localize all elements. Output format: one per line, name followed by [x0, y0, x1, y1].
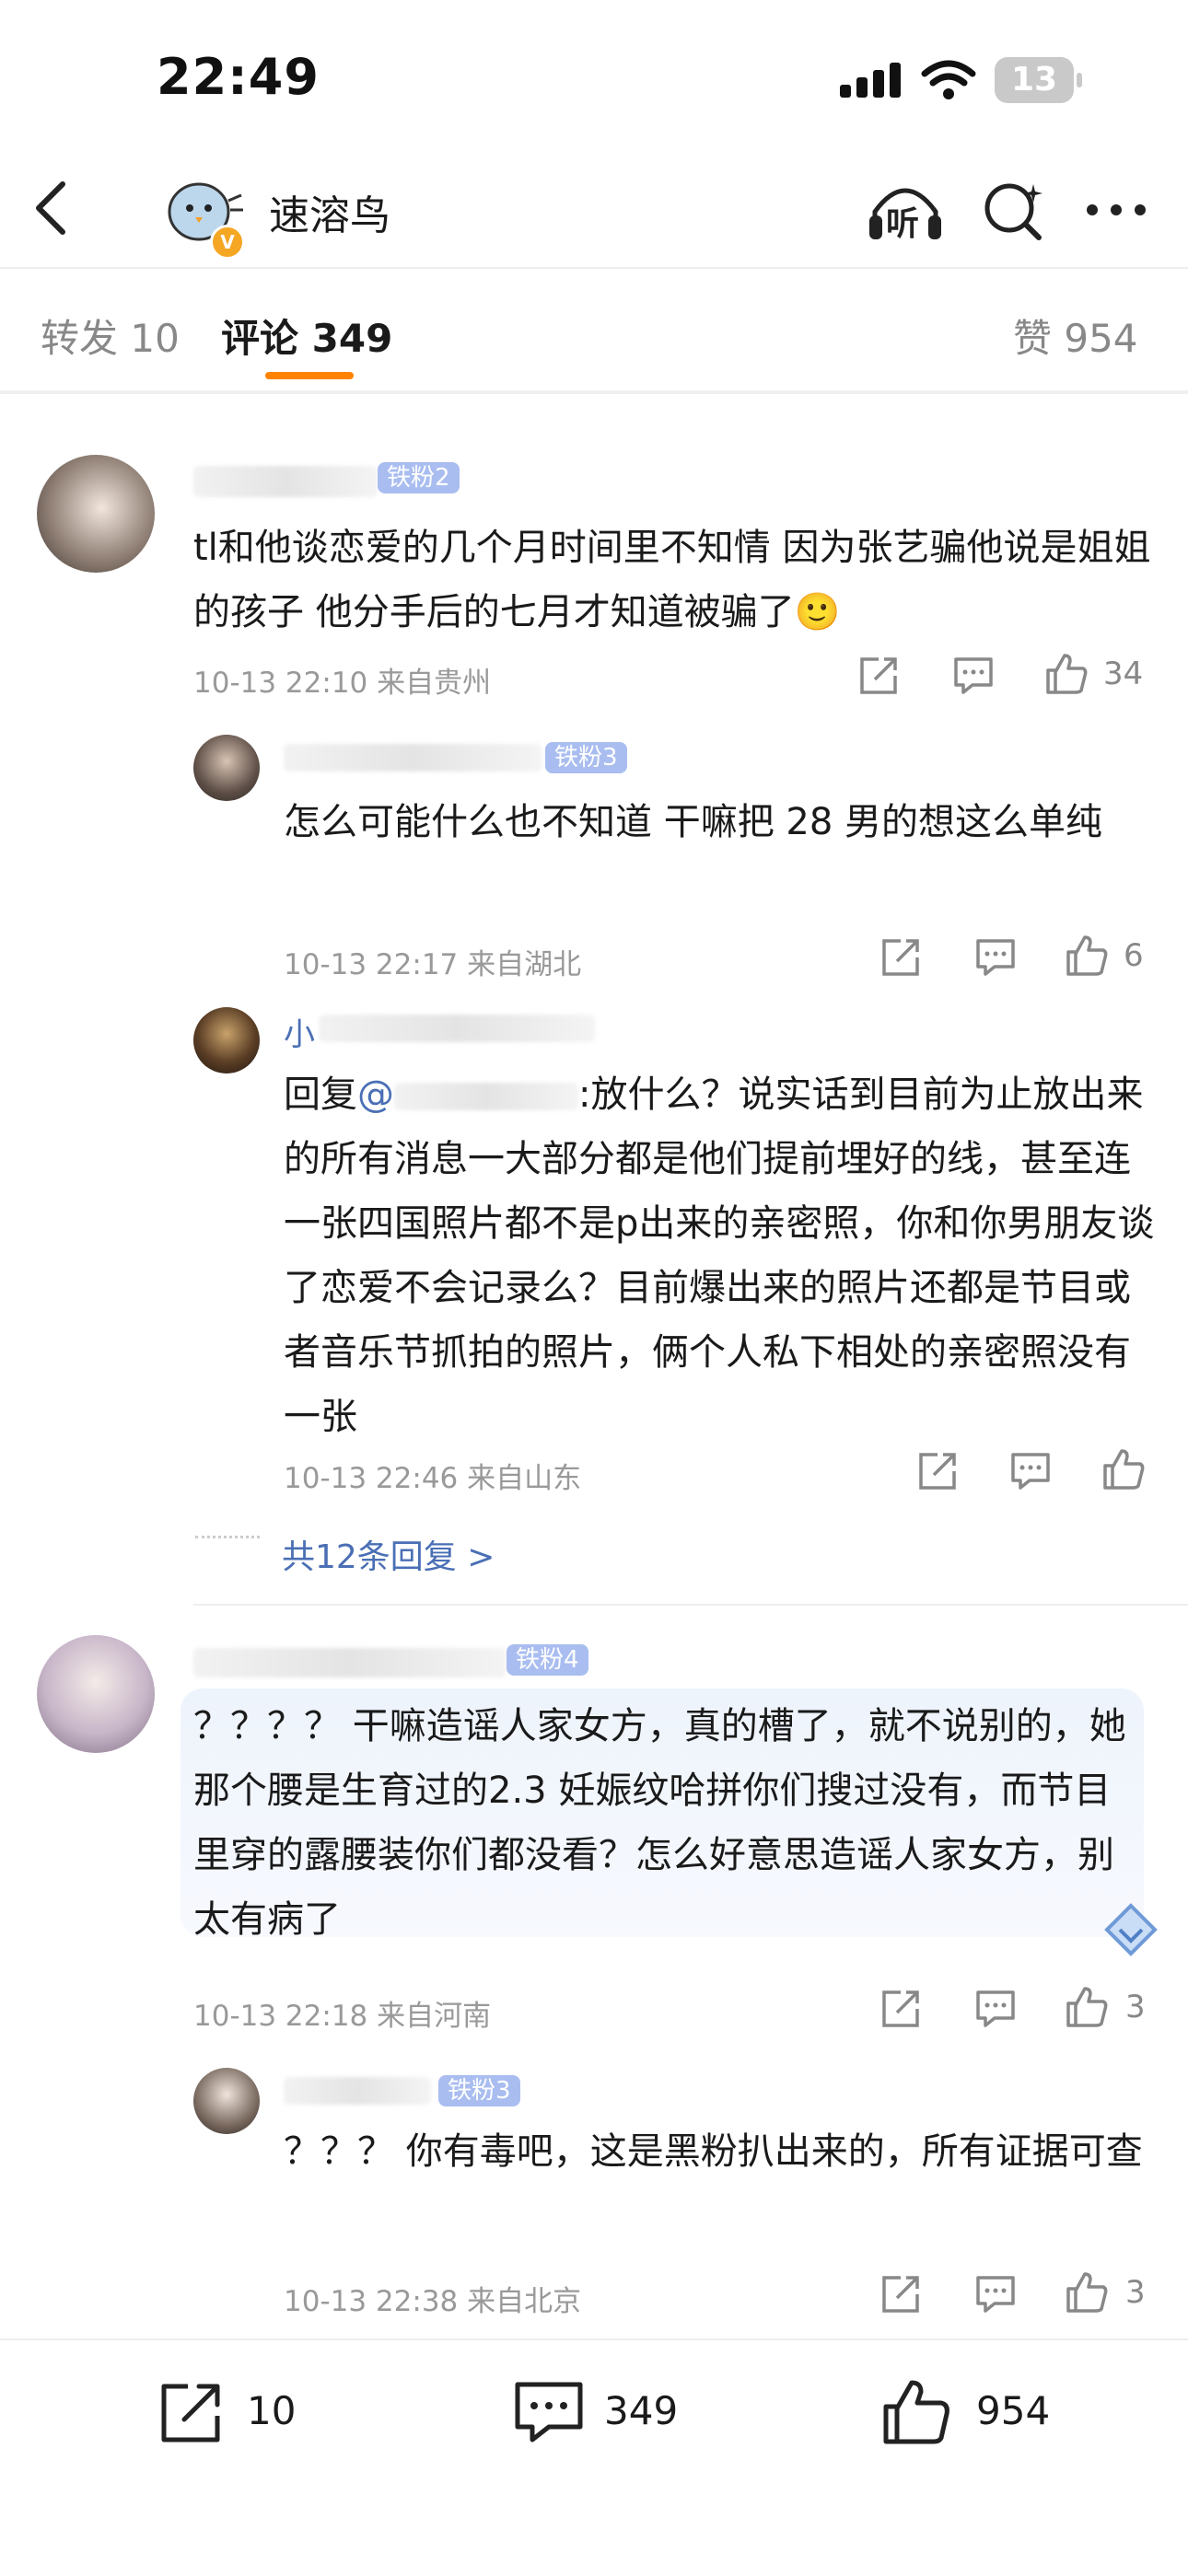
- more-options-icon[interactable]: [1085, 203, 1147, 217]
- search-icon[interactable]: [982, 180, 1046, 245]
- more-replies-link[interactable]: 共12条回复 >: [282, 1530, 495, 1578]
- reply-author-name-blurred: [319, 1015, 595, 1042]
- share-icon[interactable]: [858, 656, 899, 696]
- battery-icon: 13: [995, 57, 1082, 103]
- status-time: 22:49: [157, 48, 320, 106]
- comment-icon[interactable]: [952, 656, 995, 696]
- reply-text: 回复@:放什么？说实话到目前为止放出来的所有消息一大部分都是他们提前埋好的线，甚…: [284, 1062, 1155, 1449]
- tab-repost[interactable]: 转发 10: [41, 307, 180, 364]
- repost-button[interactable]: 10: [157, 2375, 359, 2449]
- reply-avatar[interactable]: [193, 735, 260, 801]
- like-icon[interactable]: [1101, 1447, 1146, 1491]
- comment-meta: 10-13 22:18 来自河南: [193, 2000, 492, 2033]
- like-count: 3: [1125, 1989, 1146, 2025]
- tabs-divider: [0, 390, 1188, 394]
- like-button[interactable]: 954: [880, 2373, 1092, 2451]
- reply-text: 怎么可能什么也不知道 干嘛把 28 男的想这么单纯: [284, 801, 1103, 843]
- commenter-avatar[interactable]: [37, 455, 155, 573]
- like-icon[interactable]: [1065, 1985, 1109, 2029]
- fan-badge: 铁粉4: [507, 1644, 588, 1676]
- tab-comments[interactable]: 评论 349: [221, 307, 392, 364]
- like-count: 3: [1125, 2274, 1146, 2311]
- fan-badge: 铁粉3: [438, 2075, 520, 2106]
- active-tab-indicator: [265, 372, 354, 379]
- reply-body: :放什么？说实话到目前为止放出来的所有消息一大部分都是他们提前埋好的线，甚至连一…: [284, 1073, 1155, 1438]
- share-icon[interactable]: [880, 2274, 921, 2315]
- commenter-name[interactable]: [193, 466, 378, 497]
- wifi-icon: [921, 60, 976, 99]
- comment-icon[interactable]: [1009, 1451, 1052, 1491]
- comment-meta: 10-13 22:10 来自贵州: [193, 667, 492, 700]
- like-icon[interactable]: [1044, 652, 1089, 696]
- like-icon[interactable]: [1065, 2270, 1109, 2315]
- reply-meta: 10-13 22:46 来自山东: [284, 1462, 582, 1495]
- reply-author-name[interactable]: [284, 744, 542, 772]
- thread-divider: [193, 1604, 1188, 1606]
- account-name[interactable]: 速溶鸟: [269, 182, 390, 241]
- like-count: 6: [1124, 937, 1144, 974]
- listen-button[interactable]: 听: [866, 175, 945, 249]
- reply-author-name[interactable]: [284, 2077, 431, 2105]
- verified-badge-icon: V: [210, 225, 245, 260]
- reply-avatar[interactable]: [193, 2068, 260, 2134]
- tab-likes[interactable]: 赞 954: [1013, 307, 1138, 364]
- reply-avatar[interactable]: [193, 1007, 260, 1073]
- comment-count: 349: [604, 2388, 679, 2433]
- comment-text: ？？？？ 干嘛造谣人家女方，真的槽了，就不说别的，她那个腰是生育过的2.3 妊娠…: [193, 1705, 1126, 1941]
- back-icon[interactable]: [33, 180, 70, 236]
- battery-level: 13: [1010, 61, 1058, 99]
- fan-badge: 铁粉2: [378, 462, 460, 493]
- like-count: 34: [1103, 656, 1144, 692]
- reply-text: ？？？ 你有毒吧，这是黑粉扒出来的，所有证据可查: [284, 2130, 1143, 2173]
- cellular-signal-icon: [840, 63, 906, 98]
- commenter-avatar[interactable]: [37, 1635, 155, 1753]
- comment-icon[interactable]: [974, 1989, 1017, 2029]
- diamond-icon: [1104, 1903, 1158, 1956]
- like-count: 954: [976, 2388, 1051, 2433]
- reply-prefix: 回复: [284, 1073, 357, 1116]
- like-icon[interactable]: [1065, 934, 1109, 978]
- share-icon[interactable]: [917, 1451, 958, 1491]
- comment-text: tl和他谈恋爱的几个月时间里不知情 因为张艺骗他说是姐姐的孩子 他分手后的七月才…: [193, 527, 1151, 633]
- bottom-action-bar: 10 349 954: [0, 2338, 1188, 2576]
- like-icon: [883, 2380, 949, 2444]
- commenter-name[interactable]: [193, 1648, 507, 1677]
- repost-icon: [161, 2384, 220, 2443]
- header-divider: [0, 267, 1188, 269]
- share-icon[interactable]: [880, 1989, 921, 2029]
- comment-button[interactable]: 349: [512, 2375, 733, 2449]
- fan-badge: 铁粉3: [545, 742, 627, 773]
- account-avatar[interactable]: V: [160, 173, 245, 260]
- mention-blurred: [394, 1083, 578, 1110]
- more-replies-line: [195, 1536, 260, 1538]
- comment-icon[interactable]: [974, 937, 1017, 978]
- reply-meta: 10-13 22:17 来自湖北: [284, 948, 582, 981]
- share-icon[interactable]: [880, 937, 921, 978]
- mention-link[interactable]: @: [357, 1073, 394, 1116]
- repost-count: 10: [247, 2388, 297, 2433]
- comment-icon[interactable]: [974, 2274, 1017, 2315]
- reply-author-name[interactable]: 小: [284, 1009, 315, 1054]
- listen-label: 听: [886, 205, 920, 243]
- reply-meta: 10-13 22:38 来自北京: [284, 2285, 582, 2318]
- comment-icon: [515, 2382, 583, 2443]
